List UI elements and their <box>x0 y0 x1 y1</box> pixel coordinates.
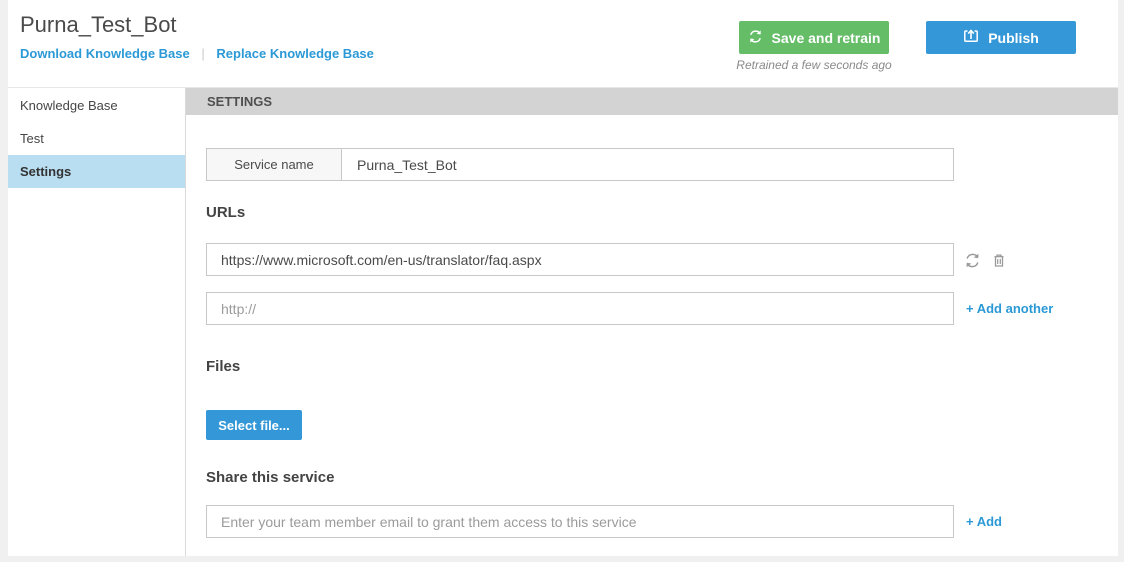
url-input-2[interactable] <box>206 292 954 325</box>
header-links: Download Knowledge Base | Replace Knowle… <box>20 46 374 61</box>
section-title: SETTINGS <box>207 94 272 109</box>
sidebar-item-settings[interactable]: Settings <box>8 155 185 188</box>
url-input-1[interactable] <box>206 243 954 276</box>
service-name-row: Service name Purna_Test_Bot <box>206 148 954 181</box>
share-heading: Share this service <box>206 469 334 486</box>
sidebar-item-label: Knowledge Base <box>20 98 118 113</box>
sidebar: Knowledge Base Test Settings <box>8 89 185 556</box>
section-title-bar: SETTINGS <box>186 88 1118 115</box>
app-panel: Purna_Test_Bot Download Knowledge Base |… <box>8 0 1118 556</box>
publish-button[interactable]: Publish <box>926 21 1076 54</box>
page-header: Purna_Test_Bot Download Knowledge Base |… <box>8 0 1118 88</box>
page-title: Purna_Test_Bot <box>20 12 177 38</box>
upload-icon <box>963 28 979 47</box>
select-file-button[interactable]: Select file... <box>206 410 302 440</box>
share-email-input[interactable] <box>206 505 954 538</box>
retrain-status: Retrained a few seconds ago <box>719 58 909 72</box>
service-name-value[interactable]: Purna_Test_Bot <box>342 149 953 180</box>
sidebar-item-label: Settings <box>20 164 71 179</box>
publish-label: Publish <box>988 30 1039 46</box>
files-heading: Files <box>206 358 240 375</box>
link-separator: | <box>201 46 204 61</box>
sidebar-item-test[interactable]: Test <box>8 122 185 155</box>
add-share-link[interactable]: + Add <box>966 514 1002 529</box>
replace-knowledge-base-link[interactable]: Replace Knowledge Base <box>216 46 374 61</box>
add-another-url-link[interactable]: + Add another <box>966 301 1053 316</box>
save-and-retrain-label: Save and retrain <box>772 30 881 46</box>
delete-url-icon[interactable] <box>991 252 1007 269</box>
refresh-url-icon[interactable] <box>964 252 981 269</box>
settings-panel: SETTINGS Service name Purna_Test_Bot URL… <box>185 88 1118 556</box>
urls-heading: URLs <box>206 204 245 221</box>
sidebar-item-label: Test <box>20 131 44 146</box>
url-row-actions <box>964 252 1007 269</box>
download-knowledge-base-link[interactable]: Download Knowledge Base <box>20 46 190 61</box>
service-name-label: Service name <box>207 149 342 180</box>
refresh-icon <box>748 29 763 47</box>
sidebar-item-knowledge-base[interactable]: Knowledge Base <box>8 89 185 122</box>
save-and-retrain-button[interactable]: Save and retrain <box>739 21 889 54</box>
